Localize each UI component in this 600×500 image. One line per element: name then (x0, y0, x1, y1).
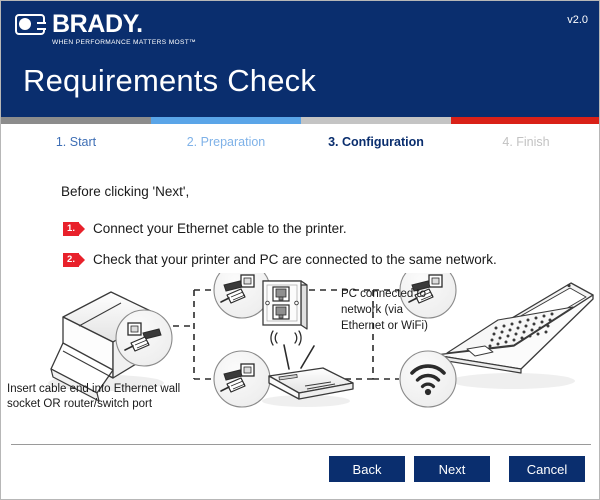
version-label: v2.0 (567, 14, 588, 26)
footer-actions: Back Next Cancel (1, 456, 599, 490)
laptop-icon (434, 282, 594, 389)
pc-note-line-1: PC connected to (341, 288, 427, 300)
brand-name: BRADY. (52, 10, 143, 38)
instruction-text-2: Check that your printer and PC are conne… (93, 252, 497, 267)
router-icon (262, 330, 354, 407)
brand-tagline: WHEN PERFORMANCE MATTERS MOST™ (52, 39, 197, 46)
wifi-icon (399, 350, 457, 408)
step-progress-bar-1 (1, 117, 151, 124)
step-label-1[interactable]: 1. Start (1, 124, 151, 149)
brady-logo: BRADY. WHEN PERFORMANCE MATTERS MOST™ (15, 10, 197, 47)
next-button[interactable]: Next (414, 456, 490, 482)
pc-connection-note: PC connected to network (via Ethernet or… (341, 286, 433, 334)
step-marker-2: 2. (63, 252, 85, 267)
brand-text: BRADY. WHEN PERFORMANCE MATTERS MOST™ (52, 10, 197, 47)
step-label-row: 1. Start 2. Preparation 3. Configuration 4.… (1, 124, 599, 149)
instruction-text-1: Connect your Ethernet cable to the print… (93, 221, 347, 236)
footer-divider (11, 444, 591, 445)
instruction-row-2: 2. Check that your printer and PC are co… (63, 252, 497, 267)
step-progress-bar-2 (151, 117, 301, 124)
instruction-row-1: 1. Connect your Ethernet cable to the pr… (63, 221, 347, 236)
router-ethernet-icon (213, 350, 271, 408)
requirements-check-window: BRADY. WHEN PERFORMANCE MATTERS MOST™ v2… (0, 0, 600, 500)
step-progress-bar-3 (301, 117, 451, 124)
caption-line-2: socket OR router/switch port (7, 398, 153, 410)
page-title: Requirements Check (23, 63, 317, 98)
printer-ethernet-icon (115, 309, 173, 367)
back-button[interactable]: Back (329, 456, 405, 482)
step-progress-bar-4 (451, 117, 599, 124)
cancel-button[interactable]: Cancel (509, 456, 585, 482)
step-label-2[interactable]: 2. Preparation (151, 124, 301, 149)
ethernet-wall-socket-icon (262, 280, 308, 330)
caption-line-1: Insert cable end into Ethernet wall (7, 383, 181, 395)
pc-note-line-3: Ethernet or WiFi) (341, 320, 428, 332)
step-label-4[interactable]: 4. Finish (451, 124, 599, 149)
app-header: BRADY. WHEN PERFORMANCE MATTERS MOST™ v2… (1, 1, 599, 117)
step-marker-1: 1. (63, 221, 85, 236)
step-label-3[interactable]: 3. Configuration (301, 124, 451, 149)
pc-note-line-2: network (via (341, 304, 403, 316)
step-navigation: 1. Start 2. Preparation 3. Configuration 4.… (1, 117, 599, 161)
step-progress-bars (1, 117, 599, 124)
printer-cable-caption: Insert cable end into Ethernet wall sock… (7, 382, 207, 412)
wall-socket-ethernet-icon (213, 273, 271, 319)
intro-text: Before clicking 'Next', (61, 184, 190, 199)
brady-logo-icon (15, 14, 46, 35)
